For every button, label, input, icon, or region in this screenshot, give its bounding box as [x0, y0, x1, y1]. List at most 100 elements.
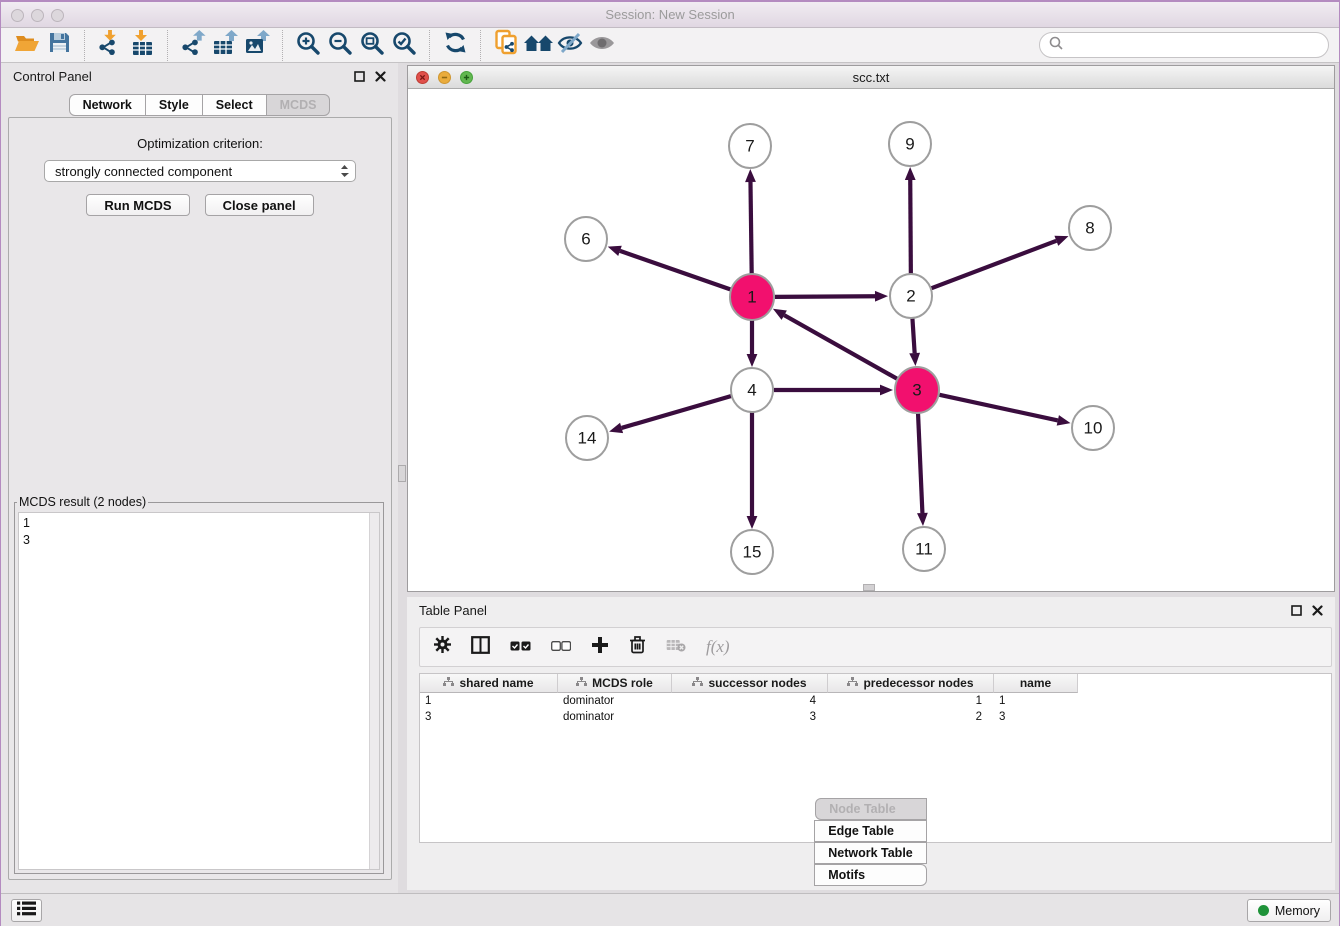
column-header-predecessor-nodes[interactable]: predecessor nodes	[828, 674, 994, 693]
open-file-button[interactable]	[11, 30, 43, 61]
refresh-layout-button[interactable]	[439, 30, 471, 61]
export-image-button[interactable]	[241, 30, 273, 61]
node-1[interactable]: 1	[730, 274, 774, 320]
node-11[interactable]: 11	[903, 527, 945, 571]
table-cell[interactable]: 1	[420, 693, 558, 709]
table-cell[interactable]: 3	[420, 709, 558, 725]
table-cell[interactable]: 1	[828, 693, 994, 709]
zoom-out-button[interactable]	[324, 30, 356, 61]
node-4[interactable]: 4	[731, 368, 773, 412]
edge-3-10[interactable]	[939, 395, 1070, 426]
table-cell[interactable]: 2	[828, 709, 994, 725]
deselect-all-button[interactable]	[551, 638, 571, 656]
close-panel-button[interactable]	[375, 71, 386, 82]
mcds-result-fieldset: MCDS result (2 nodes) 1 3	[14, 495, 384, 874]
main-toolbar	[1, 28, 1339, 63]
show-panels-button[interactable]	[11, 899, 42, 922]
edge-3-1[interactable]	[773, 309, 897, 379]
table-cell[interactable]: 1	[994, 693, 1078, 709]
network-close-button[interactable]	[416, 71, 429, 84]
tab-edge-table[interactable]: Edge Table	[814, 820, 927, 842]
edge-4-14[interactable]	[609, 396, 731, 433]
memory-button[interactable]: Memory	[1247, 899, 1331, 922]
float-panel-button[interactable]	[354, 71, 365, 82]
edge-4-3[interactable]	[774, 385, 893, 396]
edge-1-2[interactable]	[775, 291, 888, 302]
table-cell[interactable]: 4	[672, 693, 828, 709]
node-10[interactable]: 10	[1072, 406, 1114, 450]
show-eye-button[interactable]	[586, 30, 618, 61]
network-minimize-button[interactable]	[438, 71, 451, 84]
show-column-button[interactable]	[471, 636, 490, 659]
add-column-button[interactable]	[591, 636, 609, 659]
edge-4-15[interactable]	[747, 412, 758, 529]
horizontal-split-handle[interactable]	[863, 584, 875, 591]
tab-select[interactable]: Select	[202, 94, 267, 116]
tab-style[interactable]: Style	[145, 94, 203, 116]
node-9[interactable]: 9	[889, 122, 931, 166]
node-6[interactable]: 6	[565, 217, 607, 261]
column-header-mcds-role[interactable]: MCDS role	[558, 674, 672, 693]
node-15[interactable]: 15	[731, 530, 773, 574]
table-cell[interactable]: 3	[994, 709, 1078, 725]
save-session-button[interactable]	[43, 30, 75, 61]
column-header-shared-name[interactable]: shared name	[420, 674, 558, 693]
result-scrollbar[interactable]	[369, 513, 379, 869]
zoom-fit-button[interactable]	[356, 30, 388, 61]
tab-network-table[interactable]: Network Table	[814, 842, 927, 864]
node-2[interactable]: 2	[890, 274, 932, 318]
node-7[interactable]: 7	[729, 124, 771, 168]
edge-1-6[interactable]	[608, 246, 731, 290]
close-window-button[interactable]	[11, 9, 24, 22]
edge-2-9[interactable]	[905, 167, 916, 274]
node-label: 10	[1084, 419, 1103, 438]
float-table-panel-button[interactable]	[1291, 605, 1302, 616]
control-panel-header: Control Panel	[1, 63, 398, 89]
tab-motifs[interactable]: Motifs	[814, 864, 927, 886]
table-cell[interactable]: dominator	[558, 693, 672, 709]
zoom-in-button[interactable]	[292, 30, 324, 61]
tab-network[interactable]: Network	[69, 94, 146, 116]
table-header-row: shared nameMCDS rolesuccessor nodesprede…	[420, 674, 1331, 693]
network-zoom-button[interactable]	[460, 71, 473, 84]
column-header-successor-nodes[interactable]: successor nodes	[672, 674, 828, 693]
node-label: 14	[578, 429, 597, 448]
column-header-name[interactable]: name	[994, 674, 1078, 693]
edge-2-8[interactable]	[932, 236, 1069, 288]
edge-1-4[interactable]	[747, 320, 758, 367]
optimization-criterion-select[interactable]: strongly connected component	[44, 160, 356, 182]
zoom-window-button[interactable]	[51, 9, 64, 22]
table-cell[interactable]: dominator	[558, 709, 672, 725]
node-3[interactable]: 3	[895, 367, 939, 413]
toolbar-separator	[480, 30, 481, 61]
clone-network-button[interactable]	[490, 30, 522, 61]
edge-3-11[interactable]	[917, 413, 928, 526]
table-row: 1dominator411	[420, 693, 1331, 709]
network-graph-svg[interactable]: 7 9 6 8 1 2 4 3 14 10 15 11	[408, 89, 1334, 591]
import-network-button[interactable]	[94, 30, 126, 61]
vertical-split-handle[interactable]	[398, 465, 406, 482]
minimize-window-button[interactable]	[31, 9, 44, 22]
hide-eye-button[interactable]	[554, 30, 586, 61]
run-mcds-button[interactable]: Run MCDS	[86, 194, 189, 216]
delete-column-button[interactable]	[629, 635, 646, 659]
import-table-button[interactable]	[126, 30, 158, 61]
select-all-button[interactable]	[510, 638, 531, 656]
home-icon	[523, 31, 554, 60]
edge-2-3[interactable]	[909, 318, 920, 366]
export-network-button[interactable]	[177, 30, 209, 61]
export-table-button[interactable]	[209, 30, 241, 61]
edge-1-7[interactable]	[745, 169, 756, 274]
tab-node-table[interactable]: Node Table	[815, 798, 927, 820]
table-cell[interactable]: 3	[672, 709, 828, 725]
home-button[interactable]	[522, 30, 554, 61]
zoom-selected-button[interactable]	[388, 30, 420, 61]
table-settings-button[interactable]	[434, 636, 451, 658]
close-panel-action-button[interactable]: Close panel	[205, 194, 314, 216]
network-canvas[interactable]: 7 9 6 8 1 2 4 3 14 10 15 11	[408, 89, 1334, 591]
close-table-panel-button[interactable]	[1312, 605, 1323, 616]
node-8[interactable]: 8	[1069, 206, 1111, 250]
tab-mcds[interactable]: MCDS	[266, 94, 331, 116]
search-input[interactable]	[1068, 38, 1319, 53]
node-14[interactable]: 14	[566, 416, 608, 460]
